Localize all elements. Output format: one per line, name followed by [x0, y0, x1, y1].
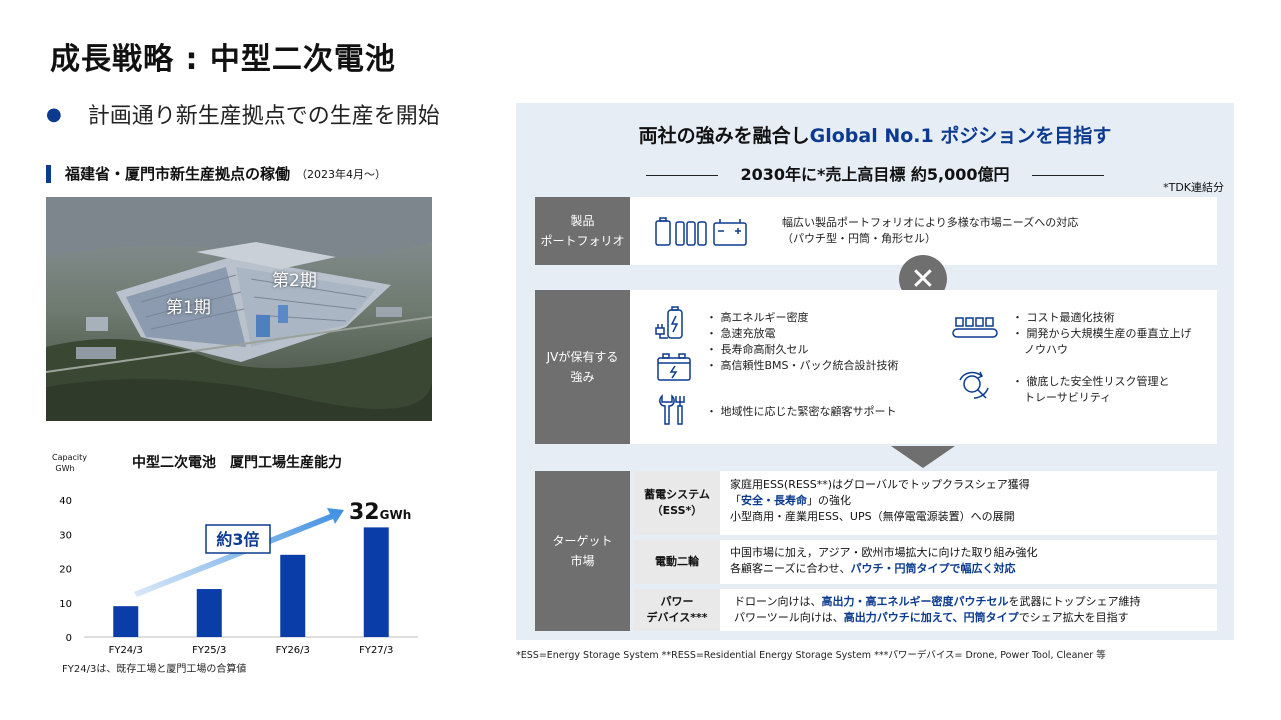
battery-cells-icon: [655, 217, 747, 246]
strengths-left-bottom: ・ 地域性に応じた緊密な顧客サポート: [706, 405, 897, 418]
strengths-body: ・ 高エネルギー密度 ・ 急速充放電 ・ 長寿命高耐久セル ・ 高信頼性BMS・…: [630, 290, 1217, 444]
down-arrow-icon: [891, 446, 955, 468]
chart-note: FY24/3は、既存工場と厦門工場の合算値: [62, 664, 247, 675]
conveyor-icon: [952, 317, 998, 338]
x-tick-label: FY25/3: [192, 645, 226, 656]
x-tick-label: FY27/3: [359, 645, 393, 656]
bar-fy25-3: [196, 589, 222, 637]
bar-fy24-3: [113, 606, 139, 637]
ebike-body: 中国市場に加え，アジア・欧州市場拡大に向けた取り組み強化 各顧客ニーズに合わせ、…: [720, 540, 1217, 584]
strategy-panel: 両社の強みを融合しGlobal No.1 ポジションを目指す 2030年に*売上…: [516, 103, 1234, 640]
section-heading-text: 福建省・厦門市新生産拠点の稼働: [65, 165, 291, 183]
factory-aerial-image: [46, 197, 432, 421]
portfolio-label: 製品 ポートフォリオ: [535, 197, 630, 265]
charging-battery-icon: [655, 306, 683, 339]
strengths-label: JVが保有する 強み: [535, 290, 630, 444]
target-market-label: ターゲット 市場: [535, 471, 630, 631]
heading-bar-icon: [46, 164, 51, 183]
strengths-right-list: ・ コスト最適化技術 ・ 開発から大規模生産の垂直立上げ ノウハウ: [1012, 311, 1192, 356]
bullet-point: ● 計画通り新生産拠点での生産を開始: [46, 98, 440, 130]
bullet-icon: ●: [46, 103, 62, 125]
ebike-label: 電動二輪: [634, 540, 720, 584]
growth-badge-text: 約3倍: [216, 530, 259, 549]
support-tools-icon: [659, 394, 685, 425]
bullet-text: 計画通り新生産拠点での生産を開始: [87, 104, 440, 129]
section-date: （2023年4月～）: [296, 167, 387, 181]
footnote: *ESS=Energy Storage System **RESS=Reside…: [516, 650, 1106, 661]
ess-label: 蓄電システム （ESS*）: [634, 471, 720, 535]
panel-heading: 両社の強みを融合しGlobal No.1 ポジションを目指す: [638, 125, 1112, 147]
traceability-icon: [959, 371, 989, 399]
y-tick-label: 20: [59, 565, 72, 576]
y-tick-label: 10: [59, 599, 72, 610]
chart-plot: 0 10 20 30 40 FY24/3 FY25/3 FY26/3 FY27/3 約3倍 3…: [59, 496, 418, 656]
y-tick-label: 40: [59, 496, 72, 507]
max-value-label: 32GWh: [349, 500, 411, 525]
page-title: 成長戦略 : 中型二次電池: [50, 42, 396, 77]
phase-1-label: 第1期: [166, 298, 211, 318]
y-tick-label: 0: [66, 633, 72, 644]
section-heading: 福建省・厦門市新生産拠点の稼働 （2023年4月～）: [46, 163, 386, 184]
ess-body: 家庭用ESS(RESS**)はグローバルでトップクラスシェア獲得 「安全・長寿命…: [720, 471, 1217, 535]
bar-fy26-3: [280, 554, 306, 637]
car-battery-icon: [657, 353, 691, 381]
tdk-note: *TDK連結分: [1163, 181, 1224, 194]
strengths-left-list: ・ 高エネルギー密度 ・ 急速充放電 ・ 長寿命高耐久セル ・ 高信頼性BMS・…: [706, 311, 899, 372]
factory-photo: 第1期 第2期: [46, 197, 432, 421]
power-device-body: ドローン向けは、高出力・高エネルギー密度パウチセルを武器にトップシェア維持 パワ…: [720, 589, 1217, 631]
strengths-right-bottom: ・ 徹底した安全性リスク管理と トレーサビリティ: [1012, 375, 1170, 404]
y-tick-label: 30: [59, 530, 72, 541]
sales-target: 2030年に*売上高目標 約5,000億円: [516, 161, 1234, 185]
portfolio-text: 幅広い製品ポートフォリオにより多様な市場ニーズへの対応 （パウチ型・円筒・角形セル…: [782, 216, 1079, 245]
capacity-chart: Capacity GWh 中型二次電池 厦門工場生産能力 0 10 20 30 40 F…: [46, 448, 426, 680]
phase-2-label: 第2期: [272, 271, 317, 291]
x-tick-label: FY26/3: [276, 645, 310, 656]
bar-fy27-3: [363, 527, 389, 637]
x-tick-label: FY24/3: [109, 645, 143, 656]
power-device-label: パワー デバイス***: [634, 589, 720, 631]
